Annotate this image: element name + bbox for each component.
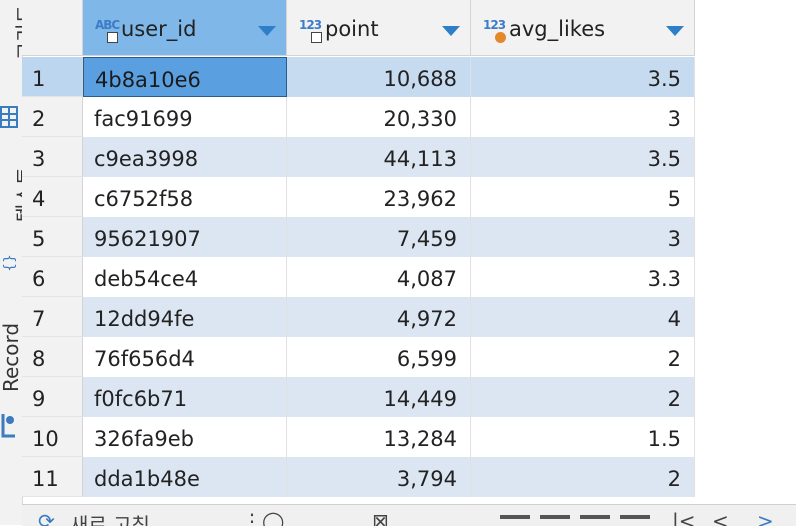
cell-avg-likes[interactable]: 5 <box>471 177 695 217</box>
record-icon[interactable] <box>0 410 18 440</box>
cell-avg-likes[interactable]: 2 <box>471 377 695 417</box>
cell-avg-likes[interactable]: 1.5 <box>471 417 695 457</box>
first-page-icon[interactable] <box>500 515 530 519</box>
refresh-icon[interactable]: ⟳ <box>38 509 55 526</box>
key-icon <box>311 32 322 43</box>
sort-dropdown-icon[interactable] <box>666 26 684 36</box>
cell-user-id[interactable]: 76f656d4 <box>83 337 287 377</box>
grid-icon[interactable] <box>0 104 18 130</box>
cell-point[interactable]: 20,330 <box>287 97 471 137</box>
next-icon[interactable]: > <box>757 509 774 526</box>
cell-point[interactable]: 13,284 <box>287 417 471 457</box>
column-header-point[interactable]: 123 point <box>287 0 471 56</box>
cell-user-id[interactable]: c9ea3998 <box>83 137 287 177</box>
row-number[interactable]: 2 <box>22 97 83 137</box>
side-panel: 그리드 텍스트 {} Record <box>0 0 23 525</box>
row-number[interactable]: 9 <box>22 377 83 417</box>
prev-page-icon[interactable] <box>540 515 570 519</box>
cell-avg-likes[interactable]: 3 <box>471 217 695 257</box>
cell-avg-likes[interactable]: 3.5 <box>471 137 695 177</box>
cell-avg-likes[interactable]: 3.3 <box>471 257 695 297</box>
row-number[interactable]: 8 <box>22 337 83 377</box>
text-view-tab-label[interactable]: 텍스트 <box>9 167 22 222</box>
cell-user-id[interactable]: fac91699 <box>83 97 287 137</box>
code-brace-icon: {} <box>1 254 18 272</box>
cell-point[interactable]: 44,113 <box>287 137 471 177</box>
bottom-toolbar: ⟳ 새로 고침 ⋮◯ ⊠ |< < > <box>22 504 796 526</box>
cell-user-id[interactable]: f0fc6b71 <box>83 377 287 417</box>
record-tab-label[interactable]: Record <box>0 322 22 392</box>
cell-user-id[interactable]: 12dd94fe <box>83 297 287 337</box>
info-icon[interactable]: ⋮◯ <box>242 509 284 526</box>
cell-user-id[interactable]: c6752f58 <box>83 177 287 217</box>
cell-user-id[interactable]: 95621907 <box>83 217 287 257</box>
column-label: user_id <box>121 17 197 41</box>
cell-point[interactable]: 4,087 <box>287 257 471 297</box>
next-page-icon[interactable] <box>580 515 610 519</box>
cell-point[interactable]: 4,972 <box>287 297 471 337</box>
row-number[interactable]: 6 <box>22 257 83 297</box>
cell-point[interactable]: 14,449 <box>287 377 471 417</box>
sort-dropdown-icon[interactable] <box>442 26 460 36</box>
column-header-user-id[interactable]: ABC user_id <box>83 0 287 56</box>
column-label: point <box>325 17 379 41</box>
cell-avg-likes[interactable]: 2 <box>471 457 695 497</box>
cell-point[interactable]: 7,459 <box>287 217 471 257</box>
number-type-icon: 123 <box>299 18 322 32</box>
cell-avg-likes[interactable]: 3 <box>471 97 695 137</box>
cell-user-id[interactable]: dda1b48e <box>83 457 287 497</box>
key-icon <box>107 32 118 43</box>
row-number[interactable]: 5 <box>22 217 83 257</box>
prev-icon[interactable]: < <box>712 509 729 526</box>
column-header-avg-likes[interactable]: 123 avg_likes <box>471 0 695 56</box>
row-number[interactable]: 7 <box>22 297 83 337</box>
row-number[interactable]: 1 <box>22 57 83 97</box>
computed-dot-icon <box>495 32 506 43</box>
cancel-icon[interactable]: ⊠ <box>372 509 389 526</box>
cell-point[interactable]: 6,599 <box>287 337 471 377</box>
cell-avg-likes[interactable]: 4 <box>471 297 695 337</box>
cell-point[interactable]: 23,962 <box>287 177 471 217</box>
fetch-more-icon[interactable]: |< <box>672 509 696 526</box>
cell-point[interactable]: 10,688 <box>287 57 471 97</box>
cell-avg-likes[interactable]: 3.5 <box>471 57 695 97</box>
last-page-icon[interactable] <box>620 515 650 519</box>
row-number[interactable]: 3 <box>22 137 83 177</box>
grid-corner[interactable] <box>22 0 83 56</box>
string-type-icon: ABC <box>95 18 120 32</box>
grid-view-tab-label[interactable]: 그리드 <box>9 5 22 60</box>
number-type-icon: 123 <box>483 18 506 32</box>
row-number[interactable]: 4 <box>22 177 83 217</box>
cell-user-id[interactable]: 4b8a10e6 <box>83 57 287 97</box>
refresh-button[interactable]: 새로 고침 <box>70 509 150 526</box>
cell-user-id[interactable]: 326fa9eb <box>83 417 287 457</box>
row-number[interactable]: 10 <box>22 417 83 457</box>
column-label: avg_likes <box>509 17 606 41</box>
cell-user-id[interactable]: deb54ce4 <box>83 257 287 297</box>
cell-avg-likes[interactable]: 2 <box>471 337 695 377</box>
sort-dropdown-icon[interactable] <box>258 26 276 36</box>
row-number[interactable]: 11 <box>22 457 83 497</box>
cell-point[interactable]: 3,794 <box>287 457 471 497</box>
